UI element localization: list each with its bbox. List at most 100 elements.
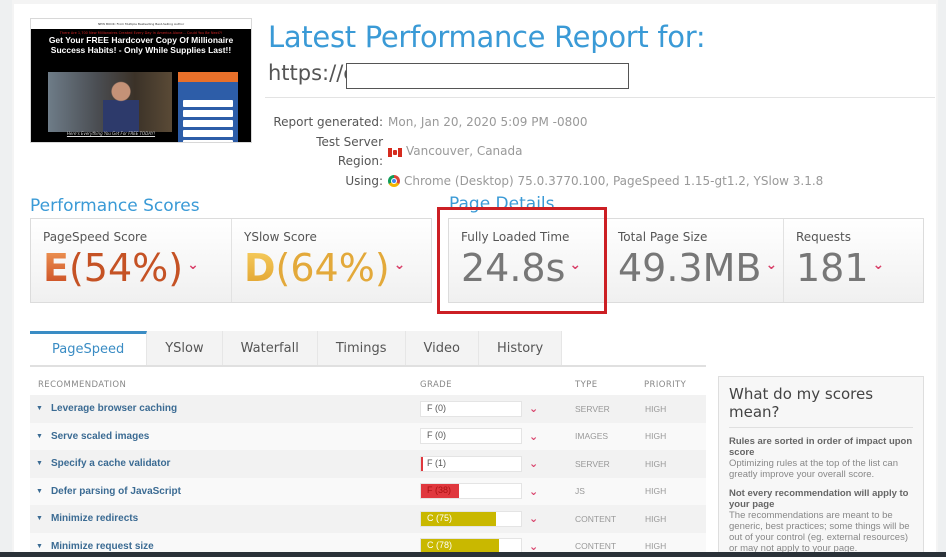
pagespeed-score-card[interactable]: PageSpeed Score E (54%) ⌄ xyxy=(31,219,232,302)
header-divider xyxy=(265,97,935,98)
chevron-down-icon[interactable]: ⌄ xyxy=(187,243,199,287)
caret-down-icon: ▼ xyxy=(36,542,43,550)
caret-down-icon: ▼ xyxy=(36,460,43,468)
help-heading: Not every recommendation will apply to y… xyxy=(729,488,909,510)
thumb-form-header xyxy=(178,72,238,82)
priority-value: HIGH xyxy=(645,458,667,469)
recommendation-name: Serve scaled images xyxy=(50,430,150,442)
total-page-size-card[interactable]: Total Page Size 49.3MB ⌄ xyxy=(606,219,784,302)
yslow-grade: D xyxy=(244,246,276,290)
caret-down-icon: ▼ xyxy=(36,515,43,523)
info-value: Vancouver, Canada xyxy=(406,144,523,159)
table-row[interactable]: ▼ Leverage browser caching F (0) ⌄ SERVER HIG… xyxy=(30,395,706,423)
help-text: The recommendations are meant to be gene… xyxy=(729,510,910,554)
thumb-form-field xyxy=(183,120,233,127)
grade-bar: F (1) xyxy=(420,455,522,472)
table-row[interactable]: ▼ Specify a cache validator F (1) ⌄ SERVER HI… xyxy=(30,450,706,478)
yslow-score-card[interactable]: YSlow Score D (64%) ⌄ xyxy=(232,219,431,302)
pagespeed-score-label: PageSpeed Score xyxy=(43,230,148,244)
thumb-form-field xyxy=(183,140,233,142)
recommendation-toggle[interactable]: ▼ Defer parsing of JavaScript xyxy=(36,486,181,497)
recommendations-table: ▼ Leverage browser caching F (0) ⌄ SERVER HIG… xyxy=(30,395,706,557)
grade-bar: F (0) xyxy=(420,400,522,417)
report-url[interactable]: https://c xyxy=(268,61,355,85)
grade-value: F (0) xyxy=(427,402,446,413)
grade-value: C (78) xyxy=(427,540,453,551)
chevron-down-icon[interactable]: ⌄ xyxy=(529,430,538,443)
recommendation-toggle[interactable]: ▼ Leverage browser caching xyxy=(36,403,177,414)
chevron-down-icon[interactable]: ⌄ xyxy=(529,457,538,470)
grade-value: F (0) xyxy=(427,430,446,441)
chevron-down-icon[interactable]: ⌄ xyxy=(529,402,538,415)
table-row[interactable]: ▼ Serve scaled images F (0) ⌄ IMAGES HIGH xyxy=(30,422,706,450)
info-label: Report generated: xyxy=(273,115,383,129)
highlight-annotation-box xyxy=(437,207,607,314)
thumb-below-text: Here's Everything You Get For FREE TODAY… xyxy=(66,131,156,136)
performance-scores-heading: Performance Scores xyxy=(30,196,200,216)
col-header-grade: GRADE xyxy=(420,380,452,390)
tab-pagespeed[interactable]: PageSpeed xyxy=(30,331,148,365)
tab-yslow[interactable]: YSlow xyxy=(147,331,223,365)
caret-down-icon: ▼ xyxy=(36,432,43,440)
thumb-headline: Get Your FREE Hardcover Copy Of Milliona… xyxy=(48,35,234,55)
table-row[interactable]: ▼ Defer parsing of JavaScript F (38) ⌄ JS HIG… xyxy=(30,477,706,505)
chevron-down-icon[interactable]: ⌄ xyxy=(529,540,538,553)
recommendation-name: Defer parsing of JavaScript xyxy=(50,485,181,497)
tab-timings[interactable]: Timings xyxy=(317,331,406,365)
yslow-percent: (64%) xyxy=(275,246,390,290)
grade-bar: F (38) xyxy=(420,483,522,500)
col-header-priority: PRIORITY xyxy=(644,380,687,390)
chevron-down-icon[interactable]: ⌄ xyxy=(529,512,538,525)
recommendation-toggle[interactable]: ▼ Specify a cache validator xyxy=(36,458,170,469)
chrome-icon xyxy=(388,175,400,188)
grade-value: F (38) xyxy=(427,485,452,496)
priority-value: HIGH xyxy=(645,431,667,442)
info-value: Mon, Jan 20, 2020 5:09 PM -0800 xyxy=(388,115,588,129)
info-row-using: Using: Chrome (Desktop) 75.0.3770.100, P… xyxy=(270,172,823,192)
chevron-down-icon[interactable]: ⌄ xyxy=(765,243,777,287)
info-row-generated: Report generated: Mon, Jan 20, 2020 5:09… xyxy=(270,113,823,133)
total-page-size-value: 49.3MB xyxy=(618,246,762,290)
tabs-divider xyxy=(30,365,706,367)
thumb-form-field xyxy=(183,110,233,117)
requests-card[interactable]: Requests 181 ⌄ xyxy=(784,219,923,302)
page-screenshot-thumbnail: NEW BOOK: From Multiple Bestselling Best… xyxy=(30,18,252,143)
chevron-down-icon[interactable]: ⌄ xyxy=(394,243,406,287)
thumb-video xyxy=(48,72,172,132)
priority-value: HIGH xyxy=(645,403,667,414)
right-scrollbar[interactable] xyxy=(938,0,946,557)
recommendation-name: Minimize redirects xyxy=(50,513,139,525)
help-panel-title: What do my scores mean? xyxy=(729,385,913,428)
recommendation-toggle[interactable]: ▼ Minimize request size xyxy=(36,541,154,552)
grade-bar-fill xyxy=(421,456,423,471)
pagespeed-percent: (54%) xyxy=(68,246,184,290)
tab-history[interactable]: History xyxy=(478,331,563,365)
grade-value: F (1) xyxy=(427,457,446,468)
help-heading: Rules are sorted in order of impact upon… xyxy=(729,436,913,458)
type-value: CONTENT xyxy=(575,541,617,552)
tab-video[interactable]: Video xyxy=(405,331,479,365)
type-value: CONTENT xyxy=(575,513,617,524)
requests-label: Requests xyxy=(796,230,851,244)
pagespeed-grade: E xyxy=(43,246,69,290)
table-row[interactable]: ▼ Minimize redirects C (75) ⌄ CONTENT HIGH xyxy=(30,505,706,533)
grade-bar: C (75) xyxy=(420,510,522,527)
priority-value: HIGH xyxy=(645,541,667,552)
info-row-region: Test Server Region: Vancouver, Canada xyxy=(270,133,823,172)
thumb-form-field xyxy=(183,100,233,107)
performance-scores-cards: PageSpeed Score E (54%) ⌄ YSlow Score D … xyxy=(30,218,432,303)
recommendation-name: Specify a cache validator xyxy=(50,458,171,470)
chevron-down-icon[interactable]: ⌄ xyxy=(873,243,885,287)
thumb-form-field xyxy=(183,130,233,137)
type-value: IMAGES xyxy=(575,431,609,442)
report-tabs: PageSpeed YSlow Waterfall Timings Video … xyxy=(30,331,563,365)
priority-value: HIGH xyxy=(645,513,667,524)
recommendation-toggle[interactable]: ▼ Serve scaled images xyxy=(36,431,149,442)
type-value: SERVER xyxy=(575,458,610,469)
chevron-down-icon[interactable]: ⌄ xyxy=(529,485,538,498)
url-redaction-box xyxy=(346,63,629,89)
type-value: JS xyxy=(575,486,585,497)
recommendation-toggle[interactable]: ▼ Minimize redirects xyxy=(36,513,138,524)
tab-waterfall[interactable]: Waterfall xyxy=(222,331,318,365)
grade-bar: F (0) xyxy=(420,428,522,445)
